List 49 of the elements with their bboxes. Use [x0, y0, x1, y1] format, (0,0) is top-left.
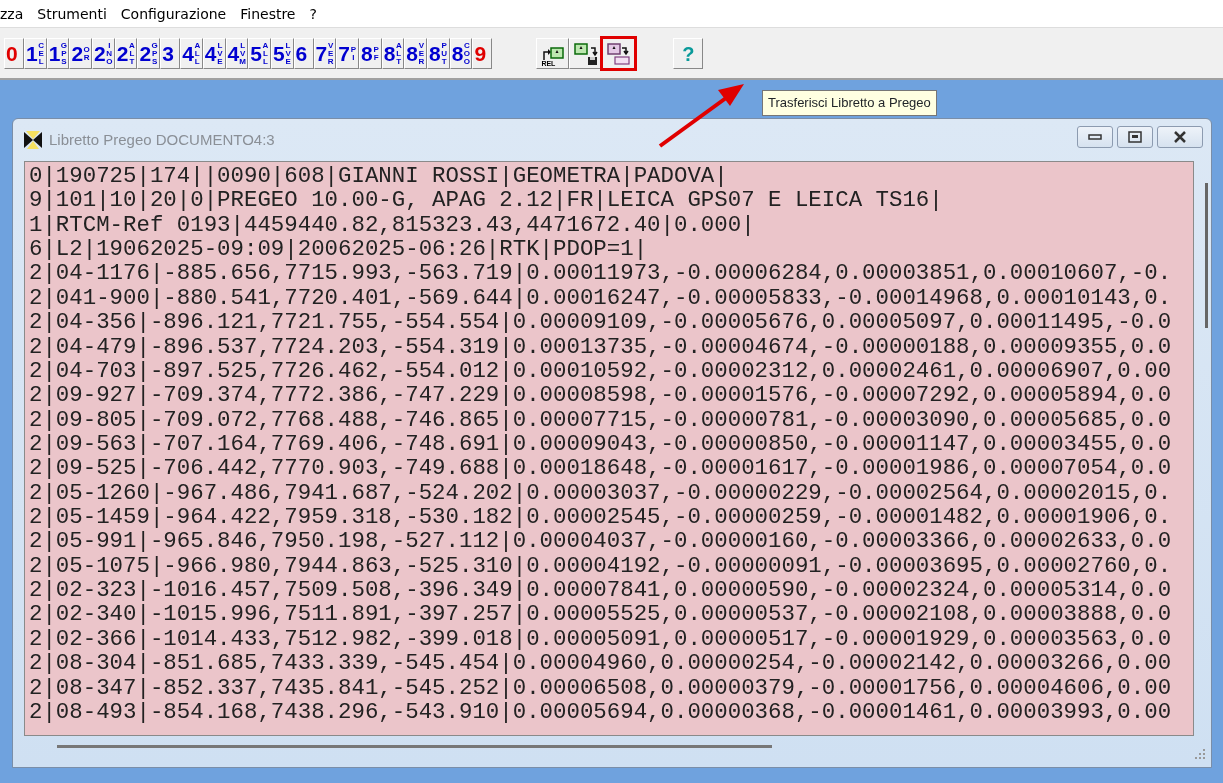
text-line: 2|05-1260|-967.486,7941.687,-524.202|0.00003037,-0.00000229,-0.00002564,0.00002015,0. [29, 480, 1173, 506]
text-line: 6|L2|19062025-09:09|20062025-06:26|RTK|PDOP=1| [29, 237, 649, 262]
toolbar-button[interactable] [602, 38, 636, 69]
menu-item[interactable]: Strumenti [30, 0, 114, 27]
transfer-icon [605, 41, 632, 66]
maximize-button[interactable] [1117, 126, 1153, 148]
text-line: 2|04-703|-897.525,7726.462,-554.012|0.00010592,-0.00002312,0.00002461,0.00006907,0.00 [29, 358, 1173, 384]
text-line: 2|08-304|-851.685,7433.339,-545.454|0.00004960,0.00000254,-0.00002142,0.00003266,0.00 [29, 651, 1173, 676]
resize-grip[interactable] [1195, 749, 1205, 759]
text-line: 2|04-356|-896.121,7721.755,-554.554|0.00009109,-0.00005676,0.00005097,0.00011495,-0.0 [29, 310, 1173, 335]
app-icon [23, 130, 43, 150]
text-line: 2|041-900|-880.541,7720.401,-569.644|0.00016247,-0.00005833,-0.00014968,0.00010143,0. [29, 285, 1173, 311]
text-line: 9|101|10|20|0|PREGEO 10.00-G, APAG 2.12|FR|LEICA GPS07 E LEICA TS16| [29, 188, 944, 213]
text-line: 2|04-479|-896.537,7724.203,-554.319|0.00013735,-0.00004674,-0.00000188,0.00009355,0.0 [29, 334, 1173, 359]
minimize-icon [1088, 134, 1102, 140]
close-icon [1173, 131, 1187, 143]
menu-item[interactable]: Finestre [233, 0, 303, 27]
text-line: 2|02-340|-1015.996,7511.891,-397.257|0.00005525,0.00000537,-0.00002108,0.00003888,0.0 [29, 602, 1173, 627]
toolbar-button[interactable] [569, 38, 603, 69]
scrollbar-thumb[interactable] [57, 745, 772, 748]
tooltip: Trasferisci Libretto a Pregeo [762, 90, 937, 116]
text-line: 2|08-493|-854.168,7438.296,-543.910|0.00005694,0.00000368,-0.00001461,0.00003993,0.00 [29, 699, 1173, 725]
text-line: 1|RTCM-Ref 0193|4459440.82,815323.43,4471672.40|0.000| [29, 212, 756, 238]
text-line: 2|09-805|-709.072,7768.488,-746.865|0.00007715,-0.00000781,-0.00003090,0.00005685,0.0 [29, 407, 1173, 432]
text-line: 2|09-927|-709.374,7772.386,-747.229|0.00008598,-0.00001576,-0.00007292,0.00005894,0.0 [29, 383, 1173, 408]
text-line: 2|05-1075|-966.980,7944.863,-525.310|0.00004192,-0.00000091,-0.00003695,0.00002760,0. [29, 553, 1173, 579]
close-button[interactable] [1157, 126, 1203, 148]
menu-item[interactable]: Configurazione [113, 0, 234, 27]
text-line: 2|04-1176|-885.656,7715.993,-563.719|0.00011973,-0.00006284,0.00003851,0.00010607,-0. [29, 261, 1173, 286]
toolbar-button[interactable]: 6 [293, 38, 314, 69]
text-line: 2|05-1459|-964.422,7959.318,-530.182|0.00002545,-0.00000259,-0.00001482,0.00001906,0. [29, 505, 1173, 530]
menu-item[interactable]: zza [0, 0, 31, 27]
maximize-icon [1128, 131, 1142, 143]
scrollbar-thumb[interactable] [1205, 183, 1208, 328]
text-line: 2|02-366|-1014.433,7512.982,-399.018|0.00005091,0.00000517,-0.00001929,0.00003563,0.0 [29, 626, 1173, 652]
text-line: 2|09-563|-707.164,7769.406,-748.691|0.00009043,-0.00000850,-0.00001147,0.00003455,0.0 [29, 431, 1173, 457]
import-icon [540, 45, 565, 62]
minimize-button[interactable] [1077, 126, 1113, 148]
save-icon [572, 41, 599, 66]
text-line: 2|08-347|-852.337,7435.841,-545.252|0.00006508,0.00000379,-0.00001756,0.00004606,0.00 [29, 675, 1173, 700]
toolbar-button[interactable]: 3 [160, 38, 181, 69]
toolbar-button[interactable]: 9 [472, 38, 493, 69]
menu-item[interactable]: ? [302, 0, 324, 27]
toolbar-button[interactable]: 0 [4, 38, 24, 69]
text-line: 2|05-991|-965.846,7950.198,-527.112|0.00004037,-0.00000160,-0.00003366,0.00002633,0.0 [29, 529, 1173, 554]
text-line: 2|09-525|-706.442,7770.903,-749.688|0.00018648,-0.00001617,-0.00001986,0.00007054,0.0 [29, 456, 1173, 481]
window-title: Libretto Pregeo DOCUMENTO4:3 [49, 129, 275, 150]
text-line: 0|190725|174||0090|608|GIANNI ROSSI|GEOMETRA|PADOVA| [29, 164, 729, 189]
text-line: 2|02-323|-1016.457,7509.508,-396.349|0.00007841,0.00000590,-0.00002324,0.00005314,0.0 [29, 578, 1173, 603]
